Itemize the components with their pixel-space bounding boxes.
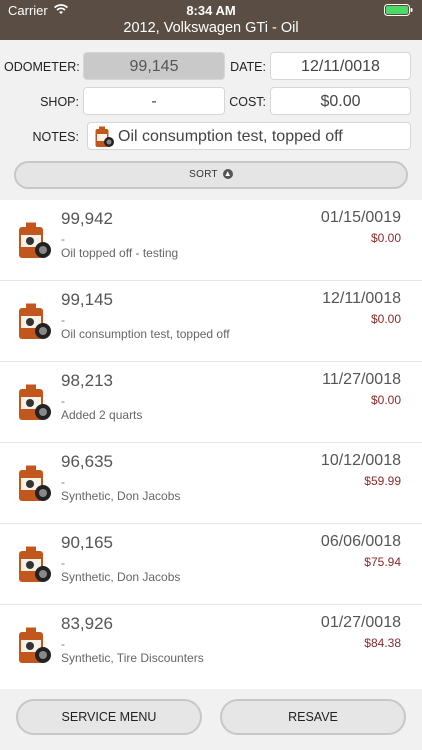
entry-shop: -: [61, 556, 65, 570]
entry-odometer: 83,926: [61, 614, 113, 633]
entry-odometer: 90,165: [61, 533, 113, 552]
oil-bottle-icon: [19, 303, 51, 339]
list-item[interactable]: 98,213 - Added 2 quarts 11/27/0018 $0.00: [0, 362, 422, 443]
oil-bottle-icon: [19, 546, 51, 582]
oil-bottle-icon: [95, 126, 114, 147]
entry-cost: $84.38: [364, 636, 401, 650]
entry-cost: $0.00: [370, 393, 401, 407]
sort-button[interactable]: SORT ▲: [14, 161, 408, 189]
entry-date: 01/27/0018: [320, 614, 401, 631]
oil-bottle-icon: [19, 222, 51, 258]
entry-date: 12/11/0018: [322, 290, 401, 307]
status-bar: Carrier 8:34 AM: [0, 0, 422, 21]
shop-label: SHOP:: [40, 95, 79, 109]
bottom-toolbar: SERVICE MENU RESAVE: [0, 689, 422, 750]
sort-label: SORT: [189, 169, 218, 180]
arrow-up-icon: ▲: [222, 169, 233, 180]
entry-note: Added 2 quarts: [61, 408, 143, 422]
entry-note: Synthetic, Tire Discounters: [61, 651, 204, 665]
entry-odometer: 98,213: [61, 371, 113, 390]
list-item[interactable]: 90,165 - Synthetic, Don Jacobs 06/06/001…: [0, 524, 422, 605]
entry-note: Oil topped off - testing: [61, 246, 179, 260]
entry-shop: -: [61, 232, 65, 246]
entry-form: ODOMETER: 99,145 DATE: 12/11/0018 SHOP: …: [0, 40, 422, 200]
entry-shop: -: [61, 313, 65, 327]
shop-field[interactable]: -: [83, 87, 225, 115]
entry-note: Synthetic, Don Jacobs: [61, 489, 181, 503]
cost-label: COST:: [229, 95, 266, 109]
oil-bottle-icon: [19, 465, 51, 501]
entry-odometer: 96,635: [61, 452, 113, 471]
entry-cost: $0.00: [370, 312, 401, 326]
cost-field[interactable]: $0.00: [270, 87, 411, 115]
entry-shop: -: [61, 394, 65, 408]
entry-shop: -: [61, 475, 65, 489]
date-field[interactable]: 12/11/0018: [270, 52, 411, 80]
oil-bottle-icon: [19, 627, 51, 663]
entry-cost: $75.94: [364, 555, 401, 569]
oil-bottle-icon: [19, 384, 51, 420]
entry-cost: $0.00: [370, 231, 401, 245]
entry-note: Synthetic, Don Jacobs: [61, 570, 181, 584]
page-title: 2012, Volkswagen GTi - Oil: [123, 20, 299, 36]
status-time: 8:34 AM: [186, 3, 236, 18]
date-label: DATE:: [230, 60, 266, 74]
entry-odometer: 99,145: [61, 290, 113, 309]
entry-shop: -: [61, 637, 65, 651]
app-header: Carrier 8:34 AM 2012, Volkswagen GTi - O…: [0, 0, 422, 40]
entry-date: 10/12/0018: [320, 452, 401, 469]
entry-cost: $59.99: [364, 474, 401, 488]
list-item[interactable]: 96,635 - Synthetic, Don Jacobs 10/12/001…: [0, 443, 422, 524]
resave-button[interactable]: RESAVE: [220, 699, 406, 735]
entry-note: Oil consumption test, topped off: [61, 327, 230, 341]
odometer-field[interactable]: 99,145: [83, 52, 225, 80]
battery-icon: [384, 4, 413, 16]
notes-field[interactable]: Oil consumption test, topped off: [87, 122, 411, 150]
entry-date: 11/27/0018: [322, 371, 401, 388]
notes-text: Oil consumption test, topped off: [118, 128, 343, 145]
entry-odometer: 99,942: [61, 209, 113, 228]
list-item[interactable]: 83,926 - Synthetic, Tire Discounters 01/…: [0, 605, 422, 686]
entry-date: 01/15/0019: [320, 209, 401, 226]
list-item[interactable]: 99,942 - Oil topped off - testing 01/15/…: [0, 200, 422, 281]
list-item[interactable]: 99,145 - Oil consumption test, topped of…: [0, 281, 422, 362]
notes-label: NOTES:: [32, 130, 79, 144]
odometer-label: ODOMETER:: [4, 60, 80, 74]
service-menu-button[interactable]: SERVICE MENU: [16, 699, 202, 735]
entry-date: 06/06/0018: [320, 533, 401, 550]
